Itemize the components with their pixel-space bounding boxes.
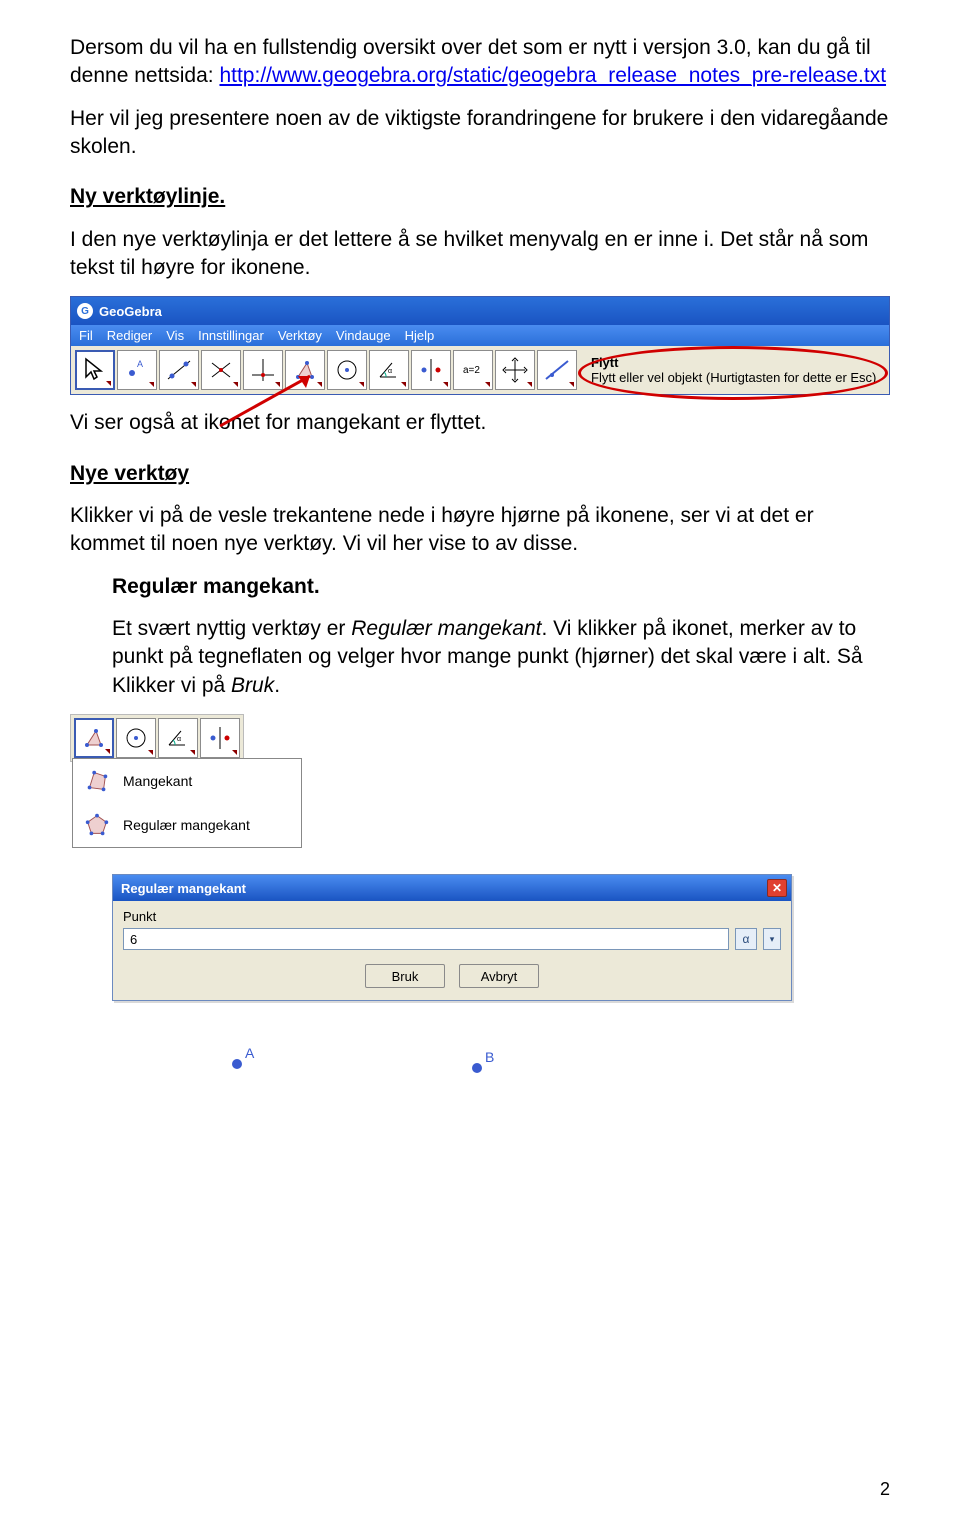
tool-text[interactable]: a=2 (453, 350, 493, 390)
dialog-titlebar: Regulær mangekant ✕ (113, 875, 791, 901)
dialog-close-button[interactable]: ✕ (767, 879, 787, 897)
page-number: 2 (880, 1479, 890, 1500)
point-b-label: B (485, 1049, 494, 1065)
section-title-new-tools: Nye verktøy (70, 460, 890, 488)
svg-text:a=2: a=2 (463, 365, 480, 376)
tool-polygon-selected[interactable] (74, 718, 114, 758)
point-a (232, 1059, 242, 1069)
tool-move[interactable] (75, 350, 115, 390)
hint-text: Flytt eller vel objekt (Hurtigtasten for… (591, 370, 876, 385)
cancel-button[interactable]: Avbryt (459, 964, 539, 988)
menu-vindauge[interactable]: Vindauge (336, 328, 391, 343)
tool-move-view[interactable] (537, 350, 577, 390)
alpha-button[interactable]: α (735, 928, 757, 950)
menu-hjelp[interactable]: Hjelp (405, 328, 435, 343)
tool-polygon[interactable] (285, 350, 325, 390)
section-title-toolbar: Ny verktøylinje. (70, 183, 890, 211)
regular-polygon-icon (81, 809, 113, 841)
sec2-para-2: Klikker vi på de vesle trekantene nede i… (70, 502, 890, 559)
menu-verktoy[interactable]: Verktøy (278, 328, 322, 343)
points-figure: A B (112, 1031, 890, 1091)
tool-circle-2[interactable] (116, 718, 156, 758)
submenu-item-regular-polygon[interactable]: Regulær mangekant (73, 803, 301, 847)
tool-reflect-2[interactable] (200, 718, 240, 758)
release-notes-link[interactable]: http://www.geogebra.org/static/geogebra_… (219, 64, 886, 87)
dialog-field-label: Punkt (123, 909, 781, 924)
tool-reflect[interactable] (411, 350, 451, 390)
geogebra-titlebar: G GeoGebra (71, 297, 889, 325)
alpha-dropdown-button[interactable]: ▾ (763, 928, 781, 950)
tool-point[interactable]: A (117, 350, 157, 390)
sec2-para-1: Vi ser også at ikonet for mangekant er f… (70, 409, 890, 437)
intro-para-1: Dersom du vil ha en fullstendig oversikt… (70, 34, 890, 91)
geogebra-window: G GeoGebra Fil Rediger Vis Innstillingar… (70, 296, 890, 395)
point-a-label: A (245, 1045, 254, 1061)
menu-vis[interactable]: Vis (166, 328, 184, 343)
points-input[interactable] (123, 928, 729, 950)
alpha-icon: α (743, 932, 750, 946)
dialog-body: Punkt α ▾ Bruk Avbryt (113, 901, 791, 1000)
polygon-submenu-figure: α Mangekant Regulær mangekant (70, 714, 890, 854)
close-icon: ✕ (772, 881, 782, 895)
polygon-icon (81, 765, 113, 797)
app-title: GeoGebra (99, 304, 162, 319)
sec2-para-3: Et svært nyttig verktøy er Regulær mange… (112, 615, 890, 700)
menu-rediger[interactable]: Rediger (107, 328, 153, 343)
tool-hint: Flytt Flytt eller vel objekt (Hurtigtast… (591, 355, 876, 385)
submenu-item-polygon[interactable]: Mangekant (73, 759, 301, 803)
svg-text:α: α (388, 368, 392, 375)
polygon-toolrow: α (70, 714, 244, 762)
point-b (472, 1063, 482, 1073)
ok-button[interactable]: Bruk (365, 964, 445, 988)
subsection-regular-polygon: Regulær mangekant. (112, 573, 890, 601)
menu-innstillingar[interactable]: Innstillingar (198, 328, 264, 343)
geogebra-menubar: Fil Rediger Vis Innstillingar Verktøy Vi… (71, 325, 889, 346)
geogebra-toolbar-figure: G GeoGebra Fil Rediger Vis Innstillingar… (70, 296, 890, 395)
tool-angle[interactable]: α (369, 350, 409, 390)
sec1-para-1: I den nye verktøylinja er det lettere å … (70, 226, 890, 283)
tool-segment[interactable] (201, 350, 241, 390)
submenu-label-regular-polygon: Regulær mangekant (123, 817, 250, 833)
hint-title: Flytt (591, 355, 876, 370)
intro-para-2: Her vil jeg presentere noen av de viktig… (70, 105, 890, 162)
dropdown-arrow-icon (106, 381, 111, 386)
submenu-label-polygon: Mangekant (123, 773, 192, 789)
svg-text:α: α (177, 736, 181, 743)
tool-angle-2[interactable]: α (158, 718, 198, 758)
geogebra-logo-icon: G (77, 303, 93, 319)
polygon-submenu: Mangekant Regulær mangekant (72, 758, 302, 848)
menu-fil[interactable]: Fil (79, 328, 93, 343)
tool-line[interactable] (159, 350, 199, 390)
tool-perpendicular[interactable] (243, 350, 283, 390)
geogebra-toolbar: A α a=2 Flytt Flytt eller vel objekt (Hu… (71, 346, 889, 394)
tool-slider[interactable] (495, 350, 535, 390)
svg-text:A: A (137, 359, 143, 369)
regular-polygon-dialog: Regulær mangekant ✕ Punkt α ▾ Bruk Avbry… (112, 874, 792, 1001)
tool-circle[interactable] (327, 350, 367, 390)
chevron-down-icon: ▾ (770, 934, 775, 945)
dialog-title: Regulær mangekant (121, 881, 246, 896)
